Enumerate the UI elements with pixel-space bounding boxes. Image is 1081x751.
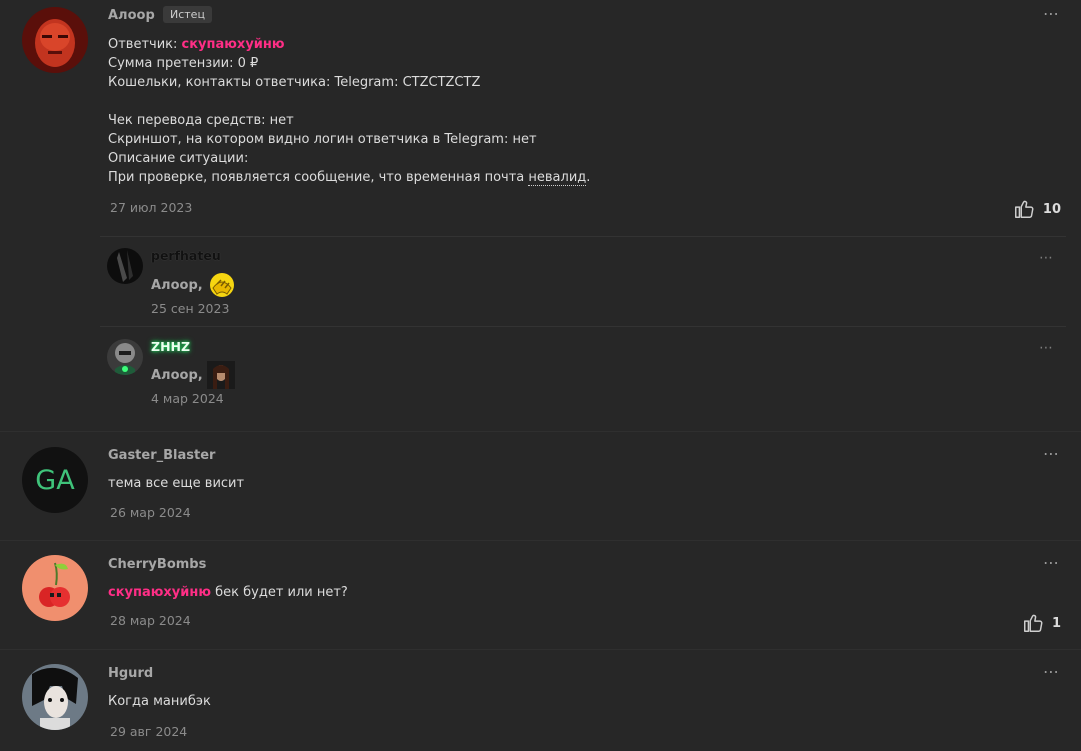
emoji-sticker-icon	[209, 273, 234, 297]
reply-author[interactable]: perfhateu	[151, 248, 221, 263]
post-menu-icon[interactable]: ⋯	[1043, 4, 1060, 23]
post-gaster: GA Gaster_Blaster тема все еще висит 26 …	[0, 432, 1081, 541]
avatar-gaster[interactable]: GA	[22, 447, 88, 513]
screenshot-line: Скриншот, на котором видно логин ответчи…	[108, 132, 537, 147]
like-count: 10	[1042, 201, 1061, 217]
like-button[interactable]: 1	[1022, 612, 1061, 634]
thumbs-up-icon	[1023, 614, 1043, 632]
description-label: Описание ситуации:	[108, 151, 249, 166]
reply-date[interactable]: 25 сен 2023	[151, 301, 229, 316]
description-end: .	[586, 170, 591, 185]
receipt-line: Чек перевода средств: нет	[108, 113, 294, 128]
avatar-zhhz[interactable]	[107, 339, 143, 375]
description-text: При проверке, появляется сообщение, что …	[108, 170, 529, 185]
reply-menu-icon[interactable]: ⋯	[1039, 250, 1054, 266]
avatar-aloor[interactable]	[22, 7, 88, 73]
reply-author[interactable]: ZHHZ	[151, 339, 190, 354]
post-aloor: Алоор Истец ⋯ Ответчик: скупаюхуйню Сумм…	[0, 0, 1081, 432]
post-body: скупаюхуйню бек будет или нет?	[108, 583, 348, 602]
post-body: тема все еще висит	[108, 476, 245, 491]
avatar-perfhateu-image	[107, 248, 143, 284]
reply-mention[interactable]: Алоор,	[151, 368, 203, 383]
like-button[interactable]: 10	[1013, 198, 1061, 220]
post-author[interactable]: Gaster_Blaster	[108, 448, 215, 463]
mention[interactable]: скупаюхуйню	[108, 585, 211, 600]
description-link[interactable]: невалид	[528, 170, 587, 186]
reply-mention[interactable]: Алоор,	[151, 278, 203, 293]
reply-text: Алоор,	[151, 361, 235, 389]
post-cherrybombs: CherryBombs скупаюхуйню бек будет или не…	[0, 541, 1081, 650]
like-count: 1	[1051, 615, 1061, 631]
avatar-zhhz-image	[107, 339, 143, 375]
post-author[interactable]: Алоор	[108, 8, 155, 23]
claim-line: Сумма претензии: 0 ₽	[108, 56, 259, 71]
post-menu-icon[interactable]: ⋯	[1043, 662, 1060, 681]
post-date[interactable]: 26 мар 2024	[110, 505, 191, 520]
sticker-image-icon	[206, 361, 235, 389]
post-body: Ответчик: скупаюхуйню Сумма претензии: 0…	[108, 35, 590, 187]
avatar-initials: GA	[35, 464, 75, 496]
post-body: Когда манибэк	[108, 694, 211, 709]
wallets-line: Кошельки, контакты ответчика: Telegram: …	[108, 75, 481, 90]
avatar-cherrybombs[interactable]	[22, 555, 88, 621]
reply-zhhz: ZHHZ Алоор, 4 мар 2024 ⋯	[100, 326, 1066, 432]
reply-menu-icon[interactable]: ⋯	[1039, 340, 1054, 356]
plaintiff-badge: Истец	[163, 6, 212, 23]
description-line: При проверке, появляется сообщение, что …	[108, 168, 590, 187]
post-menu-icon[interactable]: ⋯	[1043, 444, 1060, 463]
avatar-hgurd-image	[22, 664, 88, 730]
reply-perfhateu: perfhateu Алоор, 25 сен 2023 ⋯	[100, 236, 1066, 327]
post-date[interactable]: 28 мар 2024	[110, 613, 191, 628]
thumbs-up-icon	[1014, 200, 1034, 218]
post-date[interactable]: 27 июл 2023	[110, 200, 192, 215]
avatar-cherry-image	[22, 555, 88, 621]
post-menu-icon[interactable]: ⋯	[1043, 553, 1060, 572]
defendant-line: Ответчик: скупаюхуйню	[108, 35, 590, 54]
avatar-hgurd[interactable]	[22, 664, 88, 730]
post-author[interactable]: Hgurd	[108, 666, 153, 681]
reply-text: Алоор,	[151, 270, 237, 300]
post-hgurd: Hgurd Когда манибэк 29 авг 2024 ⋯	[0, 650, 1081, 751]
replies: perfhateu Алоор, 25 сен 2023 ⋯ ZHHZ Алоо…	[100, 236, 1066, 431]
post-date[interactable]: 29 авг 2024	[110, 724, 187, 739]
avatar-perfhateu[interactable]	[107, 248, 143, 284]
reply-date[interactable]: 4 мар 2024	[151, 391, 224, 406]
avatar-aloor-image	[22, 7, 88, 73]
defendant-label: Ответчик:	[108, 37, 182, 52]
defendant-mention[interactable]: скупаюхуйню	[182, 37, 285, 52]
post-text: бек будет или нет?	[210, 585, 348, 600]
post-author[interactable]: CherryBombs	[108, 557, 206, 572]
